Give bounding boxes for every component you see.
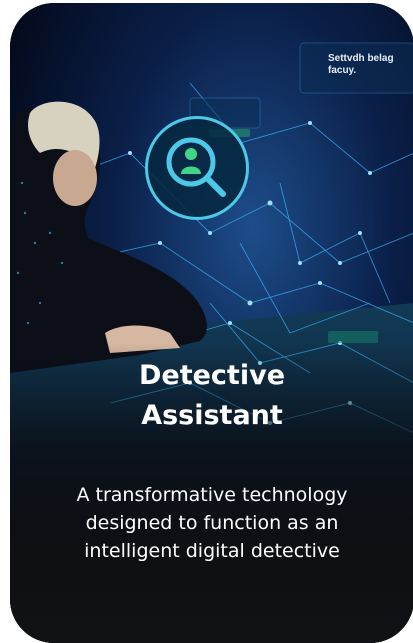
- card-title-line1: Detective: [138, 360, 286, 391]
- detective-search-icon: [166, 137, 226, 197]
- detective-badge: [145, 116, 249, 220]
- screen-label-line2: facuy.: [328, 65, 357, 76]
- feature-card[interactable]: Settvdh belag facuy. Detective Assistant…: [10, 3, 413, 643]
- screen-label: Settvdh belag facuy.: [328, 53, 394, 77]
- card-description: A transformative technology designed to …: [76, 484, 348, 562]
- card-title-line2: Assistant: [141, 400, 283, 431]
- screen-label-line1: Settvdh belag: [328, 53, 394, 64]
